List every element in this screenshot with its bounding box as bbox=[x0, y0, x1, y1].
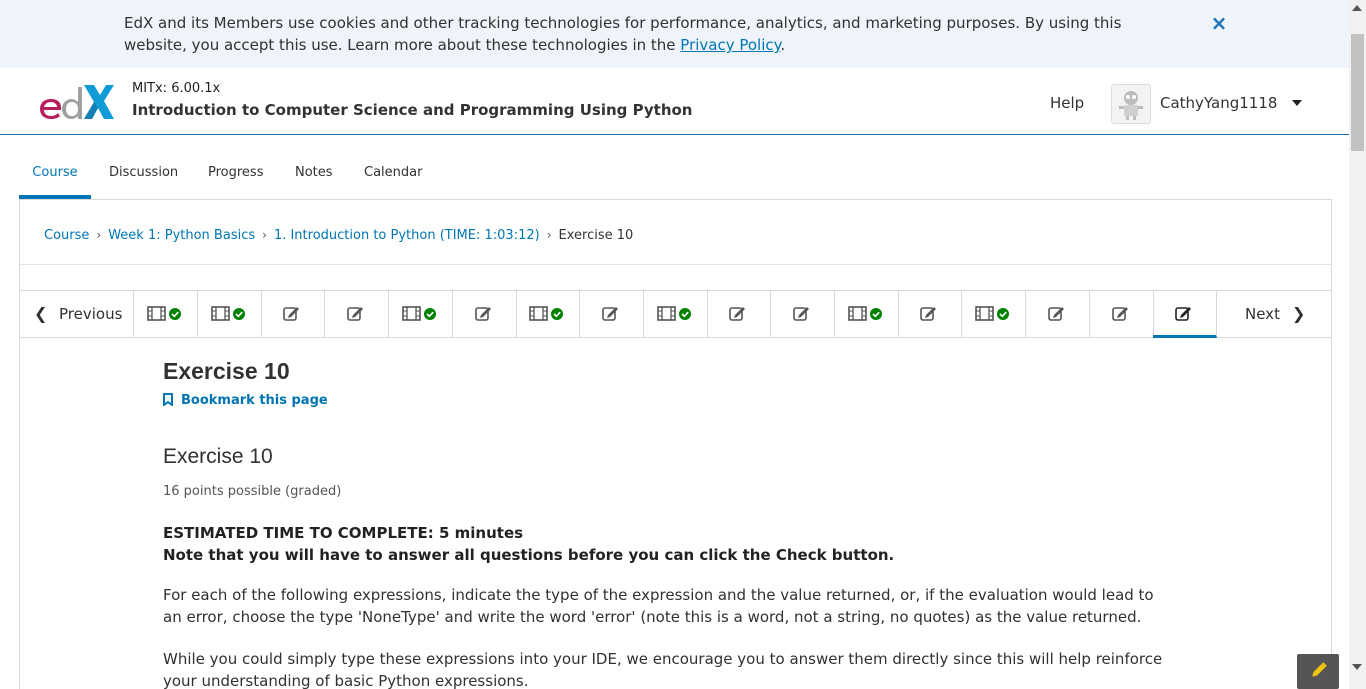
check-circle-icon bbox=[997, 308, 1010, 320]
close-icon[interactable]: × bbox=[1209, 12, 1229, 34]
check-circle-icon bbox=[169, 308, 181, 320]
sequence-item-problem[interactable] bbox=[1153, 291, 1218, 338]
course-title: Introduction to Computer Science and Pro… bbox=[132, 101, 693, 119]
course-content: Course › Week 1: Python Basics › 1. Introduc… bbox=[19, 199, 1332, 689]
scroll-down-icon[interactable] bbox=[1352, 664, 1362, 670]
tab-progress[interactable]: Progress bbox=[208, 150, 263, 199]
check-circle-icon bbox=[551, 308, 564, 320]
sequence-item-problem[interactable] bbox=[1090, 291, 1154, 337]
sequence-item-video[interactable] bbox=[389, 291, 453, 337]
bookmark-button[interactable]: Bookmark this page bbox=[163, 393, 328, 408]
robot-avatar-icon bbox=[1119, 91, 1143, 120]
sequence-item-problem[interactable] bbox=[771, 291, 835, 337]
scroll-up-icon[interactable] bbox=[1352, 5, 1362, 11]
edit-icon bbox=[347, 307, 364, 321]
pencil-icon bbox=[1312, 662, 1327, 677]
username[interactable]: CathyYang1118 bbox=[1160, 94, 1277, 112]
film-icon bbox=[847, 306, 882, 321]
sequence-item-problem[interactable] bbox=[453, 291, 517, 337]
breadcrumb-section[interactable]: 1. Introduction to Python (TIME: 1:03:12… bbox=[274, 228, 540, 243]
points-possible: 16 points possible (graded) bbox=[163, 484, 342, 499]
film-icon bbox=[656, 306, 691, 321]
breadcrumb-course[interactable]: Course bbox=[44, 228, 89, 243]
check-circle-icon bbox=[678, 308, 691, 320]
sequence-item-problem[interactable] bbox=[261, 291, 326, 337]
sequence-item-video[interactable] bbox=[516, 291, 581, 337]
avatar[interactable] bbox=[1111, 84, 1151, 124]
edit-icon bbox=[1111, 307, 1128, 321]
tab-course[interactable]: Course bbox=[19, 150, 91, 199]
sequence-item-problem[interactable] bbox=[1026, 291, 1090, 337]
breadcrumb-separator: › bbox=[546, 228, 552, 242]
film-icon bbox=[401, 306, 436, 321]
breadcrumb-week[interactable]: Week 1: Python Basics bbox=[108, 228, 255, 243]
bookmark-icon bbox=[163, 393, 173, 406]
chevron-down-icon[interactable] bbox=[1292, 100, 1302, 106]
breadcrumb: Course › Week 1: Python Basics › 1. Introduc… bbox=[44, 228, 633, 243]
edit-icon bbox=[283, 307, 300, 321]
breadcrumb-current: Exercise 10 bbox=[558, 228, 634, 243]
tab-notes[interactable]: Notes bbox=[295, 150, 333, 199]
course-org: MITx: 6.00.1x bbox=[132, 81, 221, 96]
sequence-item-problem[interactable] bbox=[707, 291, 772, 337]
edx-logo[interactable] bbox=[38, 83, 114, 121]
film-icon bbox=[975, 306, 1010, 321]
tab-calendar[interactable]: Calendar bbox=[364, 150, 422, 199]
check-circle-icon bbox=[869, 308, 882, 320]
sequence-item-video[interactable] bbox=[644, 291, 708, 337]
sequence-navigation: ❮ Previous Next ❯ bbox=[20, 290, 1331, 338]
cookie-banner: EdX and its Members use cookies and othe… bbox=[0, 0, 1349, 68]
privacy-policy-link[interactable]: Privacy Policy bbox=[680, 36, 780, 54]
edit-icon bbox=[920, 307, 937, 321]
next-button[interactable]: Next ❯ bbox=[1218, 291, 1331, 337]
breadcrumb-separator: › bbox=[262, 228, 267, 242]
check-note: Note that you will have to answer all qu… bbox=[163, 546, 895, 564]
chevron-right-icon: ❯ bbox=[1292, 304, 1306, 323]
edit-icon bbox=[474, 307, 491, 321]
unit-title: Exercise 10 bbox=[163, 358, 290, 384]
film-icon bbox=[147, 306, 181, 321]
breadcrumb-separator: › bbox=[96, 228, 102, 242]
site-header: MITx: 6.00.1x Introduction to Computer S… bbox=[0, 68, 1349, 135]
sequence-item-problem[interactable] bbox=[898, 291, 963, 337]
edit-icon bbox=[729, 307, 746, 321]
edit-icon bbox=[1047, 307, 1064, 321]
film-icon bbox=[210, 306, 245, 321]
sequence-item-video[interactable] bbox=[198, 291, 262, 337]
problem-title: Exercise 10 bbox=[163, 445, 273, 468]
sequence-item-problem[interactable] bbox=[325, 291, 390, 337]
tab-discussion[interactable]: Discussion bbox=[109, 150, 178, 199]
chevron-left-icon: ❮ bbox=[34, 304, 48, 323]
help-link[interactable]: Help bbox=[1050, 94, 1084, 112]
film-icon bbox=[529, 306, 564, 321]
edit-notes-button[interactable] bbox=[1297, 654, 1339, 689]
check-circle-icon bbox=[232, 308, 245, 320]
instructions-paragraph: For each of the following expressions, i… bbox=[163, 586, 1154, 626]
cookie-message: EdX and its Members use cookies and othe… bbox=[124, 14, 1122, 54]
instructions-paragraph: While you could simply type these expres… bbox=[163, 650, 1163, 689]
sequence-item-problem[interactable] bbox=[580, 291, 644, 337]
sequence-item-video[interactable] bbox=[134, 291, 198, 337]
estimated-time: ESTIMATED TIME TO COMPLETE: 5 minutes No… bbox=[163, 522, 1213, 566]
edit-icon bbox=[1175, 307, 1192, 321]
divider bbox=[20, 264, 1331, 265]
sequence-item-video[interactable] bbox=[835, 291, 899, 337]
scrollbar-thumb[interactable] bbox=[1351, 34, 1364, 151]
check-circle-icon bbox=[423, 308, 436, 320]
edit-icon bbox=[602, 307, 618, 321]
edit-icon bbox=[793, 307, 809, 321]
sequence-item-video[interactable] bbox=[962, 291, 1027, 337]
previous-button[interactable]: ❮ Previous bbox=[20, 291, 134, 337]
